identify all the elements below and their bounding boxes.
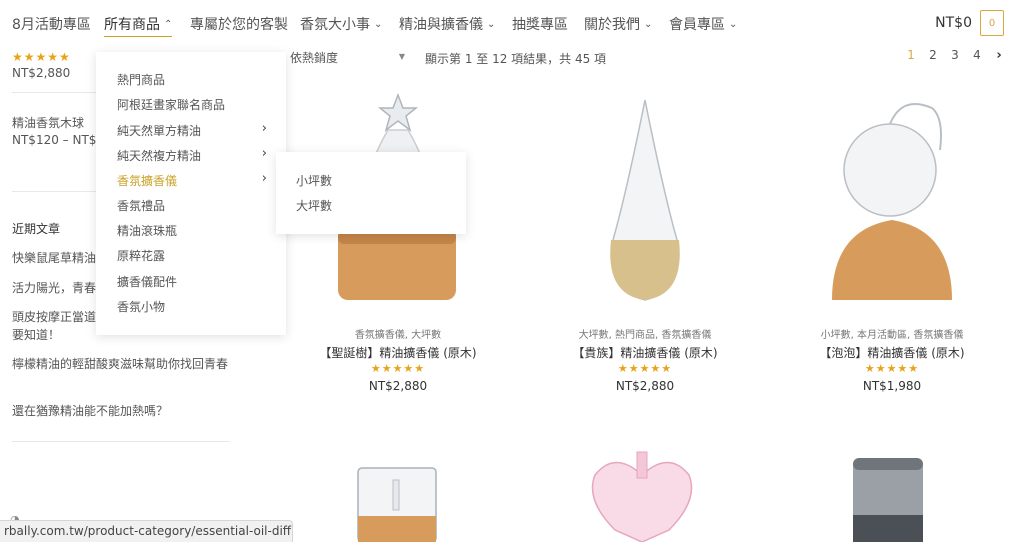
menu-item-diffusers[interactable]: 香氛擴香儀 › (117, 171, 267, 189)
chevron-right-icon: › (261, 121, 267, 136)
menu-item-label: 香氛小物 (117, 300, 166, 314)
product-categories: 小坪數, 本月活動區, 香氛擴香儀 (820, 330, 964, 341)
menu-item-label: 熱門商品 (117, 73, 166, 87)
menu-item-label: 擴香儀配件 (117, 275, 178, 289)
chevron-down-icon: ⌄ (487, 18, 496, 30)
menu-item-gifts[interactable]: 香氛禮品 (117, 197, 267, 214)
nav-label: 所有商品 (104, 17, 160, 33)
menu-item-label: 精油滾珠瓶 (117, 224, 178, 238)
sort-select[interactable]: 依熱銷度 ▼ (290, 49, 405, 66)
product-categories: 香氛擴香儀, 大坪數 (354, 330, 442, 341)
diffusers-submenu: 小坪數 大坪數 (276, 152, 466, 234)
nav-label: 精油與擴香儀 (399, 17, 483, 33)
nav-label: 抽獎專區 (512, 17, 568, 33)
menu-item-hydrosol[interactable]: 原粹花露 (117, 247, 267, 264)
menu-item-label: 純天然單方精油 (117, 124, 202, 138)
nav-item-oils-diffusers[interactable]: 精油與擴香儀 ⌄ (399, 14, 495, 34)
nav-item-all-products[interactable]: 所有商品 ⌃ (104, 14, 173, 37)
product-price: NT$1,980 (862, 379, 922, 393)
page-1[interactable]: 1 (900, 48, 922, 63)
page-4[interactable]: 4 (966, 48, 988, 63)
product-price: NT$2,880 (615, 379, 675, 393)
product-image[interactable] (355, 460, 440, 542)
product-image[interactable] (848, 455, 928, 542)
menu-item-single-oils[interactable]: 純天然單方精油 › (117, 121, 267, 139)
page-2[interactable]: 2 (922, 48, 944, 63)
menu-item-label: 香氛擴香儀 (117, 174, 178, 188)
menu-item-accessories[interactable]: 擴香儀配件 (117, 273, 267, 290)
pagination: 1 2 3 4 › (900, 48, 1010, 63)
recent-post-link[interactable]: 檸檬精油的輕甜酸爽滋味幫助你找回青春 (12, 354, 237, 374)
menu-item-label: 原粹花露 (117, 249, 166, 263)
cart-total[interactable]: NT$0 (935, 15, 972, 31)
sort-label: 依熱銷度 (290, 51, 339, 65)
sidebar-price: NT$120 – NT$ (12, 133, 97, 147)
menu-item-rollers[interactable]: 精油滾珠瓶 (117, 222, 267, 239)
menu-item-label: 阿根廷畫家聯名商品 (117, 98, 226, 112)
nav-item-custom[interactable]: 專屬於您的客製 (190, 14, 288, 34)
top-navigation: 8月活動專區 所有商品 ⌃ 專屬於您的客製 香氛大小事 ⌄ 精油與擴香儀 ⌄ 抽獎專區… (0, 0, 1024, 48)
menu-item-label: 純天然複方精油 (117, 149, 202, 163)
chevron-right-icon: › (261, 171, 267, 186)
chevron-down-icon: ⌄ (374, 18, 383, 30)
menu-item-artist-collab[interactable]: 阿根廷畫家聯名商品 (117, 96, 267, 113)
submenu-item-small-area[interactable]: 小坪數 (296, 172, 332, 189)
nav-item-lottery[interactable]: 抽獎專區 (512, 14, 568, 34)
sidebar-price: NT$2,880 (12, 66, 71, 80)
product-image[interactable] (812, 90, 972, 310)
chevron-down-icon: ⌄ (729, 18, 738, 30)
nav-label: 香氛大小事 (300, 17, 370, 33)
nav-label: 會員專區 (669, 17, 725, 33)
product-categories: 大坪數, 熱門商品, 香氛擴香儀 (578, 330, 712, 341)
menu-item-small-items[interactable]: 香氛小物 (117, 298, 267, 315)
nav-item-member[interactable]: 會員專區 ⌄ (669, 14, 737, 34)
status-bar-url: rbally.com.tw/product-category/essential… (0, 520, 293, 542)
recent-post-link[interactable]: 還在猶豫精油能不能加熱嗎？ (12, 401, 237, 421)
nav-label: 關於我們 (584, 17, 640, 33)
cart-button[interactable]: 0 (980, 10, 1004, 36)
sidebar-product-link[interactable]: 精油香氛木球 (12, 114, 84, 131)
results-count: 顯示第 1 至 12 項結果，共 45 項 (425, 52, 607, 66)
submenu-item-large-area[interactable]: 大坪數 (296, 197, 332, 214)
chevron-right-icon: › (261, 146, 267, 161)
menu-item-popular[interactable]: 熱門商品 (117, 71, 267, 88)
recent-posts-heading: 近期文章 (12, 222, 61, 236)
rating-stars: ★★★★★ (12, 50, 71, 64)
page-3[interactable]: 3 (944, 48, 966, 63)
chevron-up-icon: ⌃ (164, 18, 173, 30)
menu-item-blend-oils[interactable]: 純天然複方精油 › (117, 146, 267, 164)
product-price: NT$2,880 (368, 379, 428, 393)
product-title[interactable]: 【泡泡】精油擴香儀 (原木) (772, 344, 1012, 361)
product-title[interactable]: 【貴族】精油擴香儀 (原木) (525, 344, 765, 361)
rating-stars: ★★★★★ (617, 362, 673, 375)
caret-down-icon: ▼ (398, 52, 405, 61)
menu-item-label: 香氛禮品 (117, 199, 166, 213)
rating-stars: ★★★★★ (864, 362, 920, 375)
all-products-dropdown-menu: 熱門商品 阿根廷畫家聯名商品 純天然單方精油 › 純天然複方精油 › 香氛擴香儀 › … (96, 52, 286, 335)
nav-item-fragrance-news[interactable]: 香氛大小事 ⌄ (300, 14, 382, 34)
product-title[interactable]: 【聖誕樹】精油擴香儀 (原木) (278, 344, 518, 361)
next-page-button[interactable]: › (988, 48, 1010, 63)
chevron-down-icon: ⌄ (644, 18, 653, 30)
product-image[interactable] (585, 450, 700, 542)
nav-item-august-events[interactable]: 8月活動專區 (12, 14, 91, 34)
divider (12, 441, 230, 442)
product-image[interactable] (565, 90, 725, 310)
nav-item-about-us[interactable]: 關於我們 ⌄ (584, 14, 652, 34)
nav-label: 專屬於您的客製 (190, 17, 288, 33)
rating-stars: ★★★★★ (370, 362, 426, 375)
nav-label: 8月活動專區 (12, 17, 91, 33)
